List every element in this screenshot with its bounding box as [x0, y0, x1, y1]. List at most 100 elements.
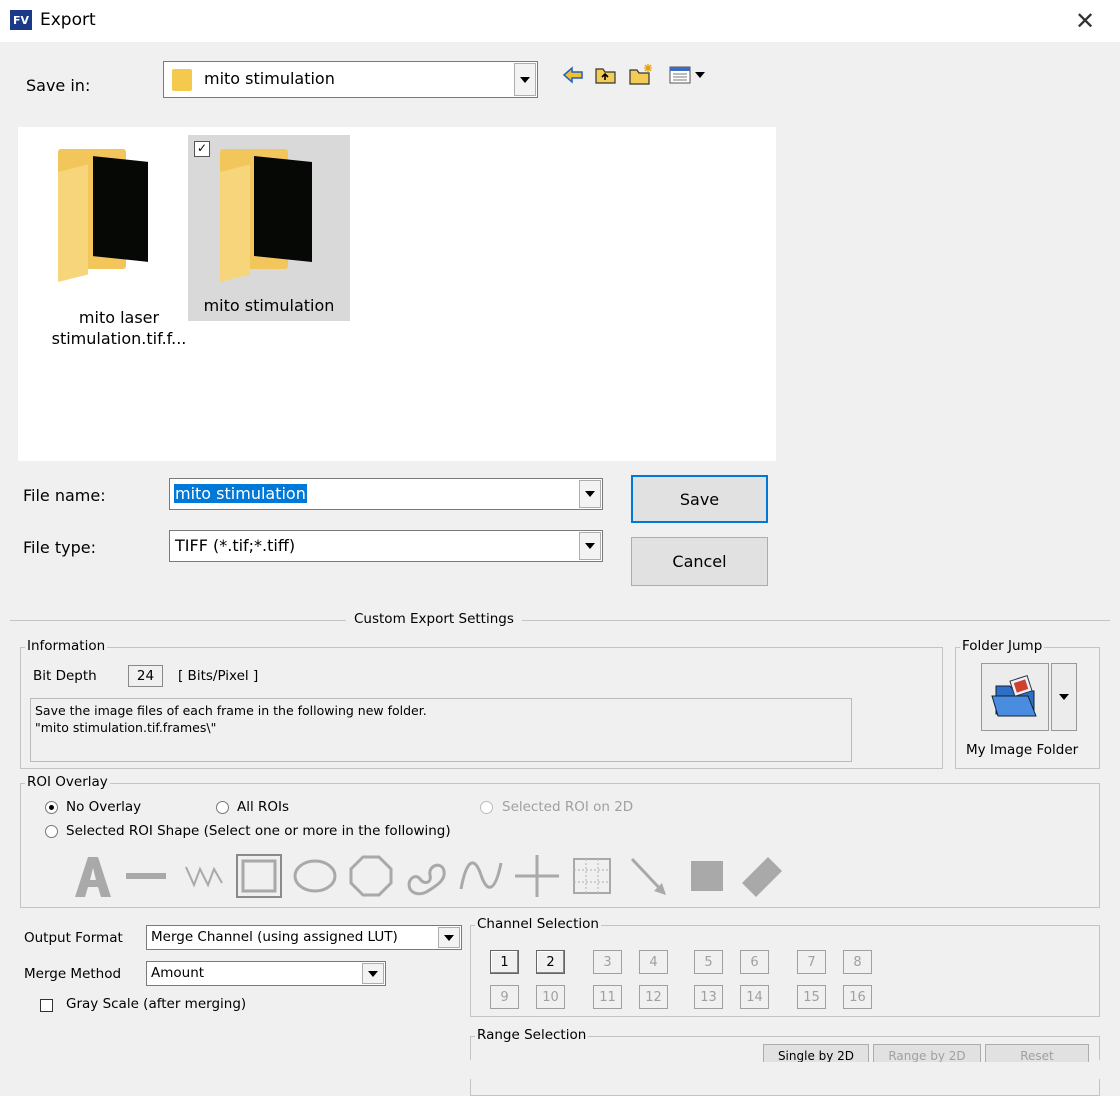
all-rois-label: All ROIs [237, 799, 290, 815]
folder-item-mito-laser[interactable]: mito laser stimulation.tif.f... [38, 137, 200, 348]
save-in-dropdown-button[interactable] [514, 63, 536, 96]
view-menu-icon[interactable] [669, 64, 709, 86]
channel-button-12[interactable]: 12 [639, 985, 668, 1009]
chevron-down-icon [585, 491, 595, 497]
output-format-dropdown[interactable]: Merge Channel (using assigned LUT) [146, 925, 462, 950]
bottom-cutoff [0, 1062, 1120, 1079]
eraser-icon[interactable] [738, 853, 786, 899]
selected-roi-shape-label: Selected ROI Shape (Select one or more i… [66, 823, 451, 839]
output-format-label: Output Format [24, 930, 123, 946]
cross-icon[interactable] [513, 853, 561, 899]
gray-scale-checkbox[interactable] [40, 999, 53, 1012]
title-bar: FV Export ✕ [0, 0, 1120, 42]
file-type-dropdown-button[interactable] [579, 532, 601, 560]
bit-depth-label: Bit Depth [33, 668, 97, 684]
file-name-dropdown-button[interactable] [579, 480, 601, 508]
selected-roi-2d-radio[interactable] [480, 801, 493, 814]
up-folder-icon[interactable] [594, 64, 618, 86]
chevron-down-icon [1059, 694, 1069, 700]
channel-button-3[interactable]: 3 [593, 950, 622, 974]
file-name-input[interactable]: mito stimulation [169, 478, 603, 510]
ellipse-icon[interactable] [291, 853, 339, 899]
channel-button-14[interactable]: 14 [740, 985, 769, 1009]
image-folder-icon [991, 674, 1037, 717]
single-by-2d-label: Single by 2D [777, 1049, 855, 1063]
no-overlay-radio[interactable] [45, 801, 58, 814]
rectangle-icon[interactable] [235, 853, 283, 899]
separator [10, 620, 1110, 621]
file-list[interactable]: mito laser stimulation.tif.f... ✓ mito s… [18, 127, 776, 461]
channel-button-10[interactable]: 10 [536, 985, 565, 1009]
output-format-value: Merge Channel (using assigned LUT) [151, 929, 398, 945]
selection-checkbox[interactable]: ✓ [194, 141, 210, 157]
folder-name: mito stimulation [203, 296, 335, 315]
back-arrow-icon[interactable] [561, 65, 585, 85]
channel-button-11[interactable]: 11 [593, 985, 622, 1009]
info-message-box: Save the image files of each frame in th… [30, 698, 852, 762]
folder-item-mito-stimulation[interactable]: ✓ mito stimulation [188, 135, 350, 321]
new-folder-icon[interactable] [628, 62, 656, 86]
file-type-dropdown[interactable]: TIFF (*.tif;*.tiff) [169, 530, 603, 562]
roi-overlay-title: ROI Overlay [25, 774, 110, 790]
reset-label: Reset [1020, 1049, 1054, 1063]
no-overlay-label: No Overlay [66, 799, 142, 815]
channel-button-13[interactable]: 13 [694, 985, 723, 1009]
merge-method-label: Merge Method [24, 966, 122, 982]
folder-jump-button[interactable] [981, 663, 1049, 731]
filled-rect-icon[interactable] [683, 853, 731, 899]
grid-icon[interactable] [568, 853, 616, 899]
freehand-icon[interactable] [402, 853, 450, 899]
output-format-dropdown-button[interactable] [438, 927, 460, 948]
line-icon[interactable] [122, 853, 170, 899]
close-icon: ✕ [1074, 7, 1096, 35]
channel-button-9[interactable]: 9 [490, 985, 519, 1009]
info-message-line1: Save the image files of each frame in th… [35, 703, 427, 718]
file-name-label: File name: [23, 486, 106, 505]
chevron-down-icon [444, 934, 454, 941]
file-name-value: mito stimulation [174, 484, 307, 503]
all-rois-radio[interactable] [216, 801, 229, 814]
chevron-down-icon [585, 543, 595, 549]
save-in-value: mito stimulation [204, 69, 335, 88]
save-in-dropdown[interactable]: mito stimulation [163, 61, 538, 98]
channel-button-15[interactable]: 15 [797, 985, 826, 1009]
selected-roi-shape-radio[interactable] [45, 825, 58, 838]
channel-button-2[interactable]: 2 [536, 950, 565, 974]
cancel-button-label: Cancel [672, 552, 727, 571]
range-by-2d-label: Range by 2D [888, 1049, 966, 1063]
information-title: Information [25, 638, 108, 654]
polygon-icon[interactable] [347, 853, 395, 899]
window-title: Export [40, 10, 96, 30]
folder-jump-title: Folder Jump [960, 638, 1045, 654]
channel-selection-title: Channel Selection [475, 916, 601, 932]
channel-button-4[interactable]: 4 [639, 950, 668, 974]
arrow-icon[interactable] [624, 853, 672, 899]
chevron-down-icon [520, 76, 530, 83]
channel-button-8[interactable]: 8 [843, 950, 872, 974]
folder-icon [172, 69, 192, 91]
my-image-folder-label: My Image Folder [966, 742, 1079, 758]
file-type-value: TIFF (*.tif;*.tiff) [175, 536, 296, 555]
merge-method-dropdown-button[interactable] [362, 963, 384, 984]
bit-depth-field: 24 [128, 665, 163, 687]
text-a-icon[interactable] [69, 853, 117, 899]
close-button[interactable]: ✕ [1060, 4, 1110, 38]
custom-export-title: Custom Export Settings [346, 611, 522, 627]
save-button[interactable]: Save [631, 475, 768, 523]
curve-icon[interactable] [457, 853, 505, 899]
polyline-icon[interactable] [180, 853, 228, 899]
folder-jump-dropdown-button[interactable] [1051, 663, 1077, 731]
merge-method-dropdown[interactable]: Amount [146, 961, 386, 986]
folder-name-line1: mito laser [78, 308, 160, 327]
channel-button-7[interactable]: 7 [797, 950, 826, 974]
gray-scale-label: Gray Scale (after merging) [66, 996, 247, 1012]
channel-button-1[interactable]: 1 [490, 950, 519, 974]
folder-name-line2: stimulation.tif.f... [51, 329, 187, 348]
range-selection-title: Range Selection [475, 1027, 589, 1043]
cancel-button[interactable]: Cancel [631, 537, 768, 586]
channel-button-5[interactable]: 5 [694, 950, 723, 974]
selected-roi-2d-label: Selected ROI on 2D [502, 799, 634, 815]
channel-button-16[interactable]: 16 [843, 985, 872, 1009]
channel-button-6[interactable]: 6 [740, 950, 769, 974]
save-in-label: Save in: [26, 76, 91, 95]
